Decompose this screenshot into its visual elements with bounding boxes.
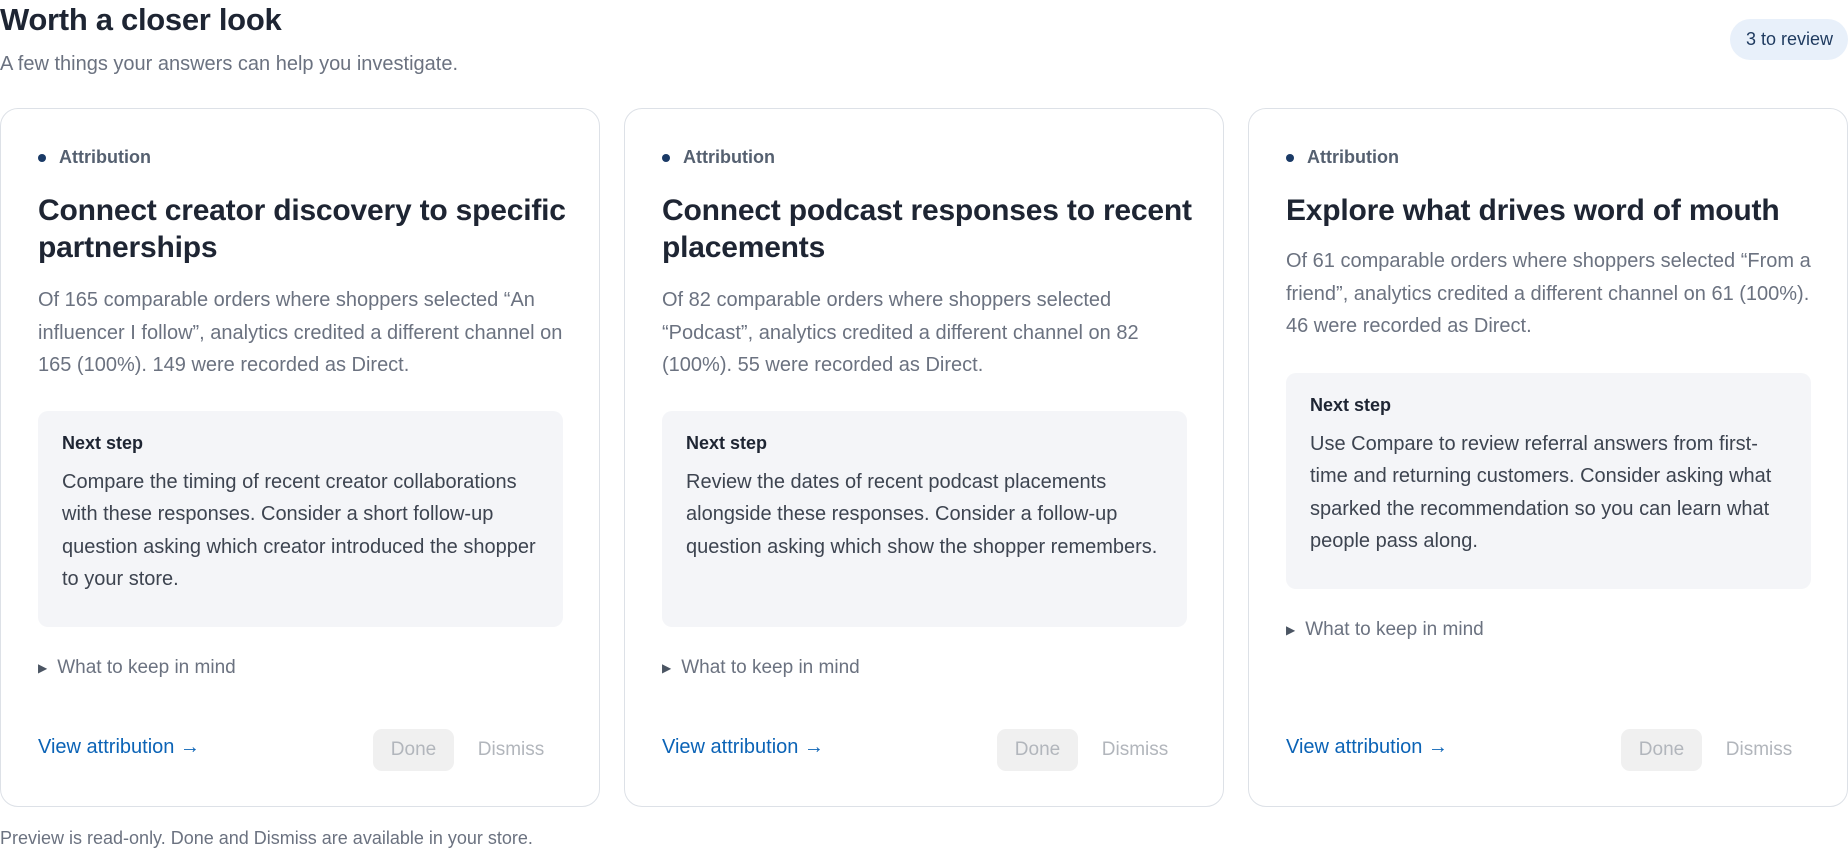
view-attribution-link[interactable]: View attribution → — [38, 736, 200, 759]
next-step-text: Use Compare to review referral answers f… — [1310, 433, 1772, 552]
bullet-dot-icon — [1286, 153, 1294, 162]
insight-cards: Attribution Connect creator discovery to… — [0, 108, 1848, 808]
review-count-badge: 3 to review — [1729, 19, 1848, 60]
dismiss-button[interactable]: Dismiss — [1715, 729, 1803, 771]
card-tag: Attribution — [38, 147, 151, 168]
view-attribution-link[interactable]: View attribution → — [662, 736, 824, 759]
read-only-note: Preview is read-only. Done and Dismiss a… — [0, 828, 533, 848]
view-attribution-link[interactable]: View attribution → — [1286, 736, 1448, 759]
card-title: Connect podcast responses to recent plac… — [662, 194, 1192, 264]
keep-in-mind-toggle[interactable]: ▶ What to keep in mind — [662, 657, 860, 679]
bullet-dot-icon — [662, 153, 670, 162]
insight-card: Attribution Connect creator discovery to… — [0, 108, 600, 807]
next-step-box: Next step Use Compare to review referral… — [1286, 373, 1811, 589]
bullet-dot-icon — [38, 153, 46, 162]
done-button[interactable]: Done — [1621, 729, 1702, 771]
card-description: Of 61 comparable orders where shoppers s… — [1286, 250, 1811, 337]
card-title: Explore what drives word of mouth — [1286, 194, 1780, 227]
triangle-right-icon: ▶ — [38, 661, 48, 675]
insight-card: Attribution Connect podcast responses to… — [624, 108, 1224, 807]
triangle-right-icon: ▶ — [662, 661, 672, 675]
next-step-text: Compare the timing of recent creator col… — [62, 471, 536, 590]
card-tag-label: Attribution — [683, 147, 775, 167]
next-step-label: Next step — [1310, 395, 1392, 415]
keep-in-mind-toggle[interactable]: ▶ What to keep in mind — [1286, 619, 1484, 641]
next-step-box: Next step Compare the timing of recent c… — [38, 411, 563, 627]
triangle-right-icon: ▶ — [1286, 623, 1296, 637]
keep-in-mind-label: What to keep in mind — [681, 657, 860, 678]
done-button[interactable]: Done — [373, 729, 454, 771]
card-tag: Attribution — [1286, 147, 1399, 168]
keep-in-mind-toggle[interactable]: ▶ What to keep in mind — [38, 657, 236, 679]
card-description: Of 165 comparable orders where shoppers … — [38, 289, 563, 376]
card-tag: Attribution — [662, 147, 775, 168]
section-header: Worth a closer look A few things your an… — [0, 0, 1848, 80]
card-title: Connect creator discovery to specific pa… — [38, 194, 566, 264]
dismiss-button[interactable]: Dismiss — [467, 729, 555, 771]
card-description: Of 82 comparable orders where shoppers s… — [662, 289, 1139, 376]
insight-card: Attribution Explore what drives word of … — [1248, 108, 1848, 807]
page-subtitle: A few things your answers can help you i… — [0, 53, 459, 75]
dismiss-button[interactable]: Dismiss — [1091, 729, 1179, 771]
done-button[interactable]: Done — [997, 729, 1078, 771]
keep-in-mind-label: What to keep in mind — [57, 657, 236, 678]
next-step-label: Next step — [62, 433, 144, 453]
next-step-text: Review the dates of recent podcast place… — [686, 471, 1158, 558]
page-title: Worth a closer look — [0, 2, 282, 37]
keep-in-mind-label: What to keep in mind — [1305, 619, 1484, 640]
next-step-box: Next step Review the dates of recent pod… — [662, 411, 1187, 627]
card-tag-label: Attribution — [1307, 147, 1399, 167]
card-tag-label: Attribution — [59, 147, 151, 167]
next-step-label: Next step — [686, 433, 768, 453]
